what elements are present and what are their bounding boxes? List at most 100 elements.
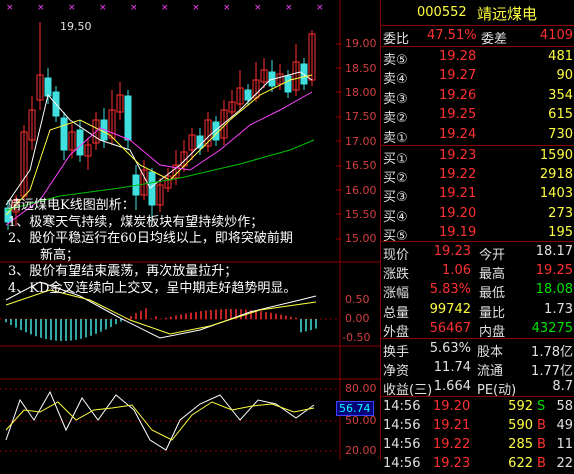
candlestick [284, 75, 292, 93]
weibi-label: 委比 [383, 32, 410, 47]
tick-side: B [537, 456, 546, 471]
buy-volume: 1590 [539, 148, 573, 163]
buy-level-label: 买② [383, 171, 408, 187]
sell-level-label: 卖② [383, 111, 408, 127]
candlestick [76, 129, 84, 156]
buy-row: 买② 19.22 2918 [381, 166, 574, 187]
price-tick-1: 18.50 [345, 62, 377, 75]
sell-price: 19.27 [439, 68, 477, 84]
buy-price: 19.22 [439, 167, 477, 183]
sell-row: 卖⑤ 19.28 481 [381, 48, 574, 68]
tick-volume: 285 [508, 437, 533, 452]
stat-value: 1.06 [442, 263, 471, 279]
buy-price: 19.23 [439, 148, 477, 163]
sell-price: 19.25 [439, 107, 477, 123]
candlestick [124, 95, 132, 141]
tick-price: 19.20 [433, 399, 471, 414]
sell-price: 19.26 [439, 87, 477, 103]
candlestick [244, 89, 252, 101]
stat-label: 量比 [479, 305, 506, 321]
stat-value: 1.73 [544, 301, 573, 317]
price-tick-7: 15.50 [345, 208, 377, 221]
sell-row: 卖④ 19.27 90 [381, 67, 574, 88]
stat-label: 内盘 [479, 324, 506, 340]
macd-tick-1: 0.00 [345, 312, 370, 325]
stat-row: 外盘 56467 内盘 43275 [381, 320, 574, 340]
stat-row: 总量 99742 量比 1.73 [381, 301, 574, 321]
stat-value: 99742 [429, 301, 471, 317]
tick-row[interactable]: 14:56 19.20 592 S 58 [381, 398, 574, 417]
price-tick-4: 17.00 [345, 135, 377, 148]
tick-side: B [537, 437, 546, 452]
stat-value: 56467 [429, 320, 471, 336]
price-tick-5: 16.50 [345, 159, 377, 172]
stat-label: 涨跌 [383, 267, 410, 283]
stock-name: 靖远煤电 [477, 5, 538, 23]
buy-level-label: 买① [383, 152, 408, 167]
tick-count: 11 [556, 437, 573, 452]
price-tick-8: 15.00 [345, 232, 377, 245]
sell-row: 卖① 19.24 730 [381, 126, 574, 146]
stock-code: 000552 [417, 5, 467, 20]
price-tick-6: 16.00 [345, 184, 377, 197]
stat-value: 43275 [531, 320, 573, 336]
buy-level-label: 买④ [383, 209, 408, 225]
tick-price: 19.23 [433, 456, 471, 471]
stat-value: 19.25 [535, 263, 573, 279]
stat-label: 现价 [383, 248, 410, 263]
stat-value: 19.23 [433, 244, 471, 259]
top-marker-icon: × [223, 3, 231, 13]
top-marker-icon: × [161, 3, 169, 13]
fund-label: 净资 [383, 364, 410, 379]
top-marker-icon: × [37, 3, 45, 13]
tick-row[interactable]: 14:56 19.21 590 B 49 [381, 417, 574, 436]
stat-value: 5.83% [429, 282, 471, 298]
buy-volume: 2918 [539, 167, 573, 183]
sell-level-label: 卖③ [383, 91, 408, 107]
chart-annotation: 靖远煤电K线图剖析： 1、极寒天气持续，煤炭板块有望持续炒作； 2、股价平稳运行… [8, 198, 378, 297]
price-tick-2: 18.00 [345, 86, 377, 99]
macd-tick-2: -0.50 [342, 331, 371, 344]
tick-count: 58 [556, 399, 573, 414]
buy-volume: 1403 [539, 186, 573, 202]
top-marker-icon: × [192, 3, 200, 13]
annotation-line-3: 新高； [40, 247, 80, 263]
fund-value: 5.63% [429, 341, 471, 356]
buy-level-label: 买③ [383, 190, 408, 206]
top-marker-icon: × [285, 3, 293, 13]
fund-value: 1.78亿 [531, 345, 573, 360]
fund-row: 收益(三) 1.664 PE(动) 8.7 [381, 378, 574, 398]
stat-value: 18.17 [535, 244, 573, 259]
sell-price: 19.28 [439, 49, 477, 64]
sell-volume: 90 [556, 68, 573, 84]
stat-row: 现价 19.23 今开 18.17 [381, 243, 574, 263]
top-marker-icon: × [6, 3, 14, 13]
annotation-line-4: 3、股价有望结束震荡，再次放量拉升； [8, 264, 238, 279]
candlestick [44, 77, 52, 97]
top-marker-icon: × [99, 3, 107, 13]
fund-label: 换手 [383, 345, 410, 360]
tick-row[interactable]: 14:56 19.23 622 B 22 [381, 455, 574, 474]
buy-price: 19.19 [439, 224, 477, 240]
stat-label: 外盘 [383, 324, 410, 340]
kdj-value-badge: 56.74 [336, 401, 374, 416]
buy-row: 买⑤ 19.19 195 [381, 224, 574, 244]
top-marker-icon: × [316, 3, 324, 13]
high-marker-label: 19.50 [60, 20, 92, 33]
candlestick [196, 135, 204, 149]
sell-level-label: 卖① [383, 130, 408, 146]
ma10-line [5, 74, 313, 216]
tick-volume: 590 [508, 418, 533, 433]
fund-label: 股本 [477, 345, 504, 360]
top-marker-icon: × [68, 3, 76, 13]
sell-level-label: 卖④ [383, 72, 408, 88]
sell-price: 19.24 [439, 126, 477, 142]
sell-volume: 615 [548, 107, 573, 123]
kline-chart-area[interactable]: × × × × × × × × × × × 19.50 靖远煤电K线图剖析： 1、极寒天气持续，煤炭… [0, 0, 380, 460]
tick-row[interactable]: 14:56 19.22 285 B 11 [381, 436, 574, 455]
candlestick [60, 117, 68, 151]
top-marker-icon: × [254, 3, 262, 13]
quote-panel: 000552 靖远煤电 委比 47.51% 委差 4109 卖⑤ 19.28 4… [380, 0, 574, 471]
sell-row: 卖② 19.25 615 [381, 106, 574, 127]
stat-value: 18.08 [535, 282, 573, 298]
